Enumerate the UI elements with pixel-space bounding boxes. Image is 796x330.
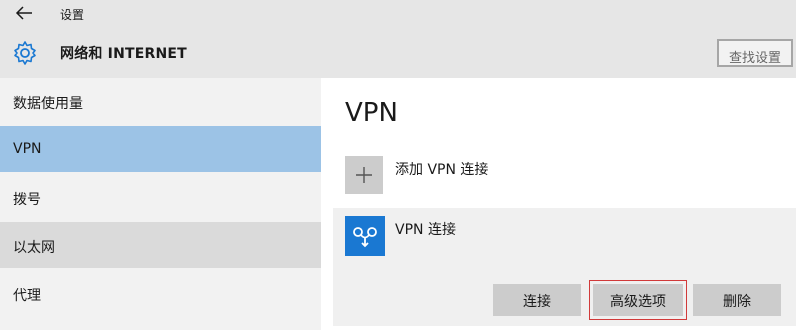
section-title: 网络和 INTERNET: [60, 46, 187, 62]
sidebar-item-ethernet[interactable]: 以太网: [0, 222, 321, 268]
add-vpn-button[interactable]: [345, 156, 383, 194]
vpn-connection-name: VPN 连接: [395, 222, 456, 238]
delete-button[interactable]: 删除: [693, 284, 781, 316]
gear-icon: [14, 41, 36, 65]
advanced-options-button[interactable]: 高级选项: [589, 280, 687, 320]
app-title: 设置: [60, 8, 85, 22]
sidebar-item-data-usage[interactable]: 数据使用量: [0, 78, 321, 124]
add-vpn-label[interactable]: 添加 VPN 连接: [395, 159, 488, 179]
vpn-icon: [345, 216, 385, 256]
main-panel: VPN 添加 VPN 连接 VPN 连接 连接 高级选项 删除: [321, 78, 796, 330]
plus-icon: [356, 167, 372, 183]
back-arrow-icon[interactable]: [14, 4, 34, 22]
search-input[interactable]: 查找设置: [717, 39, 793, 67]
sidebar-item-proxy[interactable]: 代理: [0, 270, 321, 316]
title-bar: 设置: [0, 0, 796, 26]
page-title: VPN: [345, 98, 398, 128]
sidebar: 数据使用量 VPN 拨号 以太网 代理: [0, 78, 321, 330]
sidebar-item-vpn[interactable]: VPN: [0, 126, 321, 172]
vpn-connection-card[interactable]: VPN 连接 连接 高级选项 删除: [333, 208, 796, 326]
sidebar-item-dialup[interactable]: 拨号: [0, 174, 321, 220]
connect-button[interactable]: 连接: [493, 284, 581, 316]
section-header: 网络和 INTERNET 查找设置: [0, 26, 796, 78]
